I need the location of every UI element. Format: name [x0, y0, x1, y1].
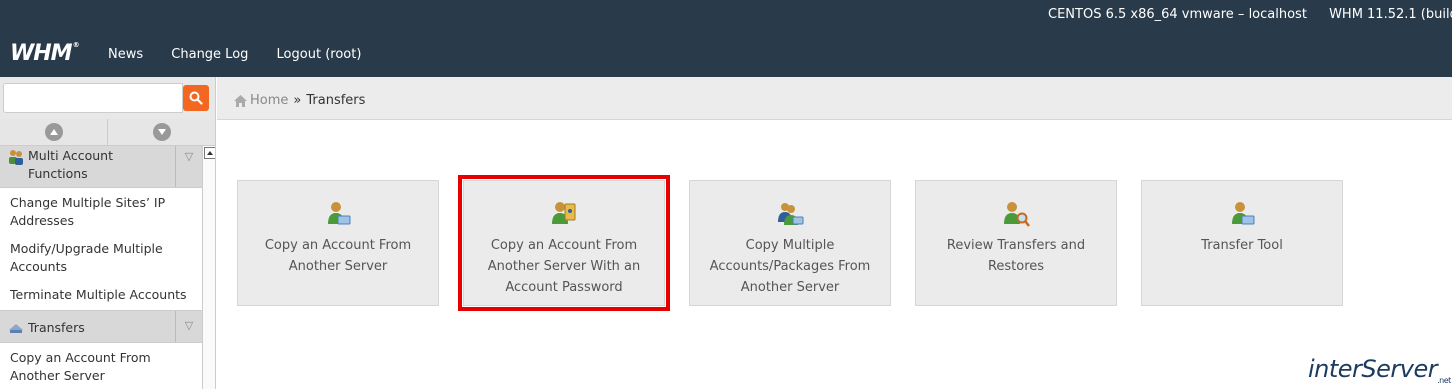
interserver-logo: interServer.net	[1308, 355, 1451, 385]
sidebar-group-multi-account[interactable]: Multi Account Functions ▽	[0, 146, 202, 188]
search-area	[0, 77, 216, 119]
sidebar-group-label: Multi Account Functions	[28, 148, 113, 181]
collapse-all-button[interactable]	[108, 119, 215, 145]
sidebar-scrollbar[interactable]	[202, 146, 215, 389]
sidebar-item-terminate-accounts[interactable]: Terminate Multiple Accounts	[0, 280, 202, 310]
card-copy-multiple-accounts[interactable]: Copy Multiple Accounts/Packages From Ano…	[689, 180, 891, 306]
sidebar-menu: Multi Account Functions ▽ Change Multipl…	[0, 146, 202, 389]
card-label: Copy Multiple Accounts/Packages From Ano…	[709, 238, 871, 295]
nav-news[interactable]: News	[108, 47, 143, 62]
breadcrumb-bar: Home » Transfers	[217, 77, 1452, 120]
home-icon	[234, 94, 247, 107]
sidebar: Multi Account Functions ▽ Change Multipl…	[0, 119, 216, 389]
sidebar-item-copy-account[interactable]: Copy an Account From Another Server	[0, 343, 202, 389]
whm-version: WHM 11.52.1 (build	[1329, 7, 1452, 22]
nav-logout[interactable]: Logout (root)	[277, 47, 362, 62]
search-icon	[189, 91, 203, 105]
card-label: Transfer Tool	[1201, 238, 1283, 253]
sidebar-collapse-controls	[0, 119, 215, 146]
card-label: Copy an Account From Another Server	[264, 238, 412, 274]
card-transfer-tool[interactable]: Transfer Tool	[1141, 180, 1343, 306]
transfer-tool-icon	[1232, 202, 1255, 225]
card-label: Copy an Account From Another Server With…	[487, 238, 641, 295]
search-button[interactable]	[183, 85, 209, 111]
multi-account-icon	[9, 150, 23, 165]
whm-logo[interactable]: WHM®	[10, 41, 80, 66]
group-toggle-icon: ▽	[175, 146, 202, 187]
top-nav: News Change Log Logout (root)	[108, 47, 385, 62]
group-toggle-icon: ▽	[175, 311, 202, 342]
nav-change-log[interactable]: Change Log	[171, 47, 248, 62]
server-os: CENTOS 6.5 x86_64 vmware – localhost	[1048, 7, 1307, 22]
sidebar-group-label: Transfers	[28, 320, 85, 335]
search-input[interactable]	[3, 83, 183, 113]
server-info: CENTOS 6.5 x86_64 vmware – localhost WHM…	[1048, 7, 1452, 22]
user-password-icon	[552, 202, 576, 224]
breadcrumb-home[interactable]: Home	[234, 93, 288, 108]
chevron-down-icon	[152, 123, 171, 141]
card-review-transfers[interactable]: Review Transfers and Restores	[915, 180, 1117, 306]
transfers-icon	[9, 324, 23, 333]
top-header: CENTOS 6.5 x86_64 vmware – localhost WHM…	[0, 0, 1452, 77]
sidebar-group-transfers[interactable]: Transfers ▽	[0, 310, 202, 343]
breadcrumb-home-label: Home	[250, 93, 289, 108]
breadcrumb: Home » Transfers	[234, 93, 365, 108]
sidebar-item-change-ip[interactable]: Change Multiple Sites’ IP Addresses	[0, 188, 202, 234]
main-content: Copy an Account From Another Server Copy…	[217, 121, 1452, 389]
user-transfer-icon	[328, 202, 351, 225]
breadcrumb-current: Transfers	[306, 93, 366, 108]
users-transfer-icon	[778, 203, 804, 225]
scroll-up-icon[interactable]	[204, 147, 215, 159]
expand-all-button[interactable]	[0, 119, 108, 145]
card-label: Review Transfers and Restores	[946, 238, 1086, 274]
card-copy-account-password[interactable]: Copy an Account From Another Server With…	[458, 175, 670, 311]
card-copy-account[interactable]: Copy an Account From Another Server	[237, 180, 439, 306]
review-transfers-icon	[1004, 202, 1030, 227]
breadcrumb-separator: »	[293, 93, 302, 108]
chevron-up-icon	[44, 123, 63, 141]
sidebar-item-modify-accounts[interactable]: Modify/Upgrade Multiple Accounts	[0, 234, 202, 280]
